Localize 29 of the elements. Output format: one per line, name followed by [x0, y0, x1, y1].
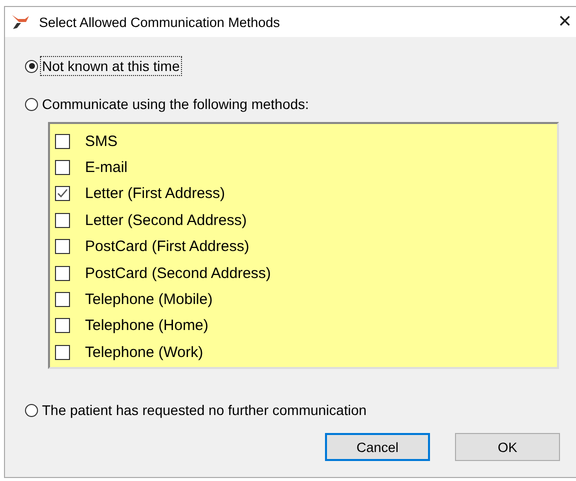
method-label: PostCard (Second Address) [85, 264, 271, 282]
method-label: Letter (First Address) [85, 185, 226, 202]
method-label: Telephone (Mobile) [85, 291, 213, 308]
checkbox[interactable] [55, 212, 70, 228]
logo-icon [11, 14, 31, 30]
method-label: Letter (Second Address) [85, 212, 247, 229]
method-label: SMS [85, 132, 118, 150]
method-label: PostCard (First Address) [85, 238, 250, 256]
window-title: Select Allowed Communication Methods [39, 14, 281, 30]
checkbox[interactable] [55, 160, 70, 176]
checkbox[interactable] [55, 239, 70, 254]
cancel-button[interactable]: Cancel [325, 433, 430, 461]
checkbox[interactable] [55, 318, 70, 334]
checkbox[interactable] [55, 344, 70, 360]
radio-label: The patient has requested no further communication [41, 401, 368, 420]
ok-button[interactable]: OK [455, 433, 560, 461]
method-label: Telephone (Work) [85, 344, 204, 361]
radio-button[interactable] [25, 98, 38, 110]
checkbox[interactable] [55, 134, 70, 149]
radio-label: Not known at this time [40, 56, 182, 76]
checkbox[interactable] [55, 186, 70, 202]
method-label: Telephone (Home) [85, 317, 208, 334]
checkbox[interactable] [55, 292, 70, 308]
method-label: E-mail [85, 159, 128, 176]
radio-label: Communicate using the following methods: [41, 95, 310, 114]
checkbox[interactable] [55, 266, 70, 281]
radio-button[interactable] [25, 60, 38, 72]
close-button[interactable]: ✕ [548, 12, 576, 32]
radio-button[interactable] [25, 404, 38, 416]
